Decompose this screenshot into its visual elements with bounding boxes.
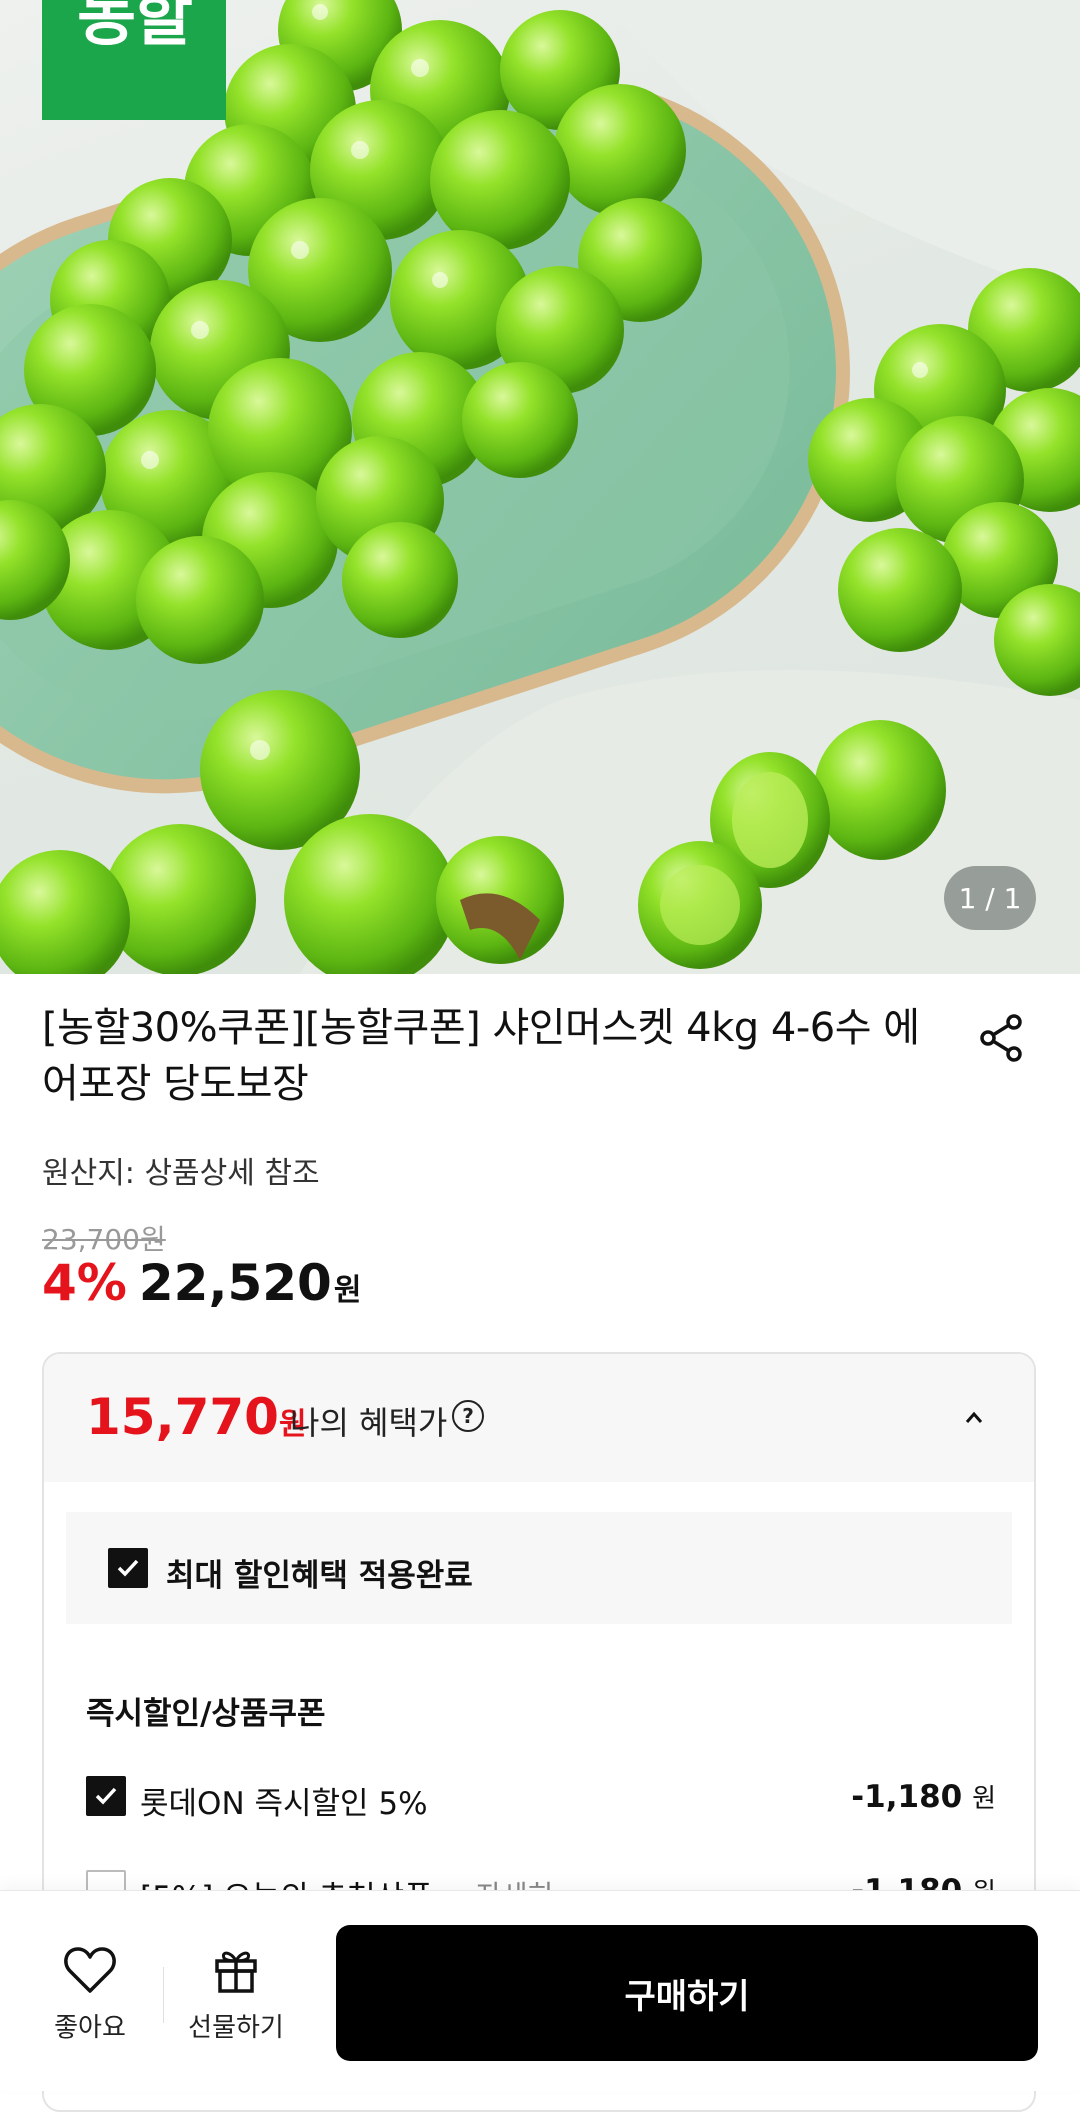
product-title: [농할30%쿠폰][농할쿠폰] 샤인머스켓 4kg 4-6수 에어포장 당도보장 xyxy=(42,1005,920,1107)
checkmark-icon xyxy=(117,1559,139,1577)
coupon-amount-value: -1,180 xyxy=(851,1779,963,1815)
like-label: 좋아요 xyxy=(54,2013,126,2043)
sale-price-currency: 원 xyxy=(333,1273,362,1308)
product-image[interactable]: 농할 1 / 1 xyxy=(0,0,1080,974)
gift-icon xyxy=(215,1951,257,1993)
origin-info: 원산지: 상품상세 참조 xyxy=(42,1156,320,1191)
coupon-label: 롯데ON 즉시할인 5% xyxy=(140,1786,428,1822)
share-icon xyxy=(980,1014,1022,1062)
max-benefit-label: 최대 할인혜택 적용완료 xyxy=(166,1558,473,1594)
benefit-label: 나의 혜택가 xyxy=(290,1404,448,1442)
gift-button[interactable]: 선물하기 xyxy=(176,1945,296,2044)
grapes-illustration xyxy=(0,0,1080,974)
brand-logo: 농할 xyxy=(42,0,226,120)
gift-label: 선물하기 xyxy=(188,2013,284,2043)
coupon-row[interactable]: 롯데ON 즉시할인 5% -1,180 원 xyxy=(86,1776,996,1822)
benefit-price: 15,770원 xyxy=(86,1388,307,1446)
sale-price: 22,520 xyxy=(138,1254,332,1312)
price-row: 4% 22,520 원 xyxy=(42,1254,361,1324)
bottom-action-bar: 좋아요 선물하기 구매하기 xyxy=(0,1890,1080,2091)
coupon-amount: -1,180 원 xyxy=(851,1778,996,1815)
like-button[interactable]: 좋아요 xyxy=(30,1945,150,2044)
action-divider xyxy=(163,1967,164,2023)
share-button[interactable] xyxy=(976,1012,1028,1064)
buy-button[interactable]: 구매하기 xyxy=(336,1925,1038,2061)
benefit-header[interactable]: 15,770원 나의 혜택가 ? xyxy=(44,1354,1034,1482)
checkmark-icon xyxy=(95,1787,117,1805)
coupon-amount-unit: 원 xyxy=(972,1784,996,1814)
max-benefit-banner: 최대 할인혜택 적용완료 xyxy=(66,1512,1012,1624)
discount-rate: 4% xyxy=(42,1254,127,1312)
chevron-up-icon[interactable] xyxy=(960,1404,988,1432)
original-price: 23,700원 xyxy=(42,1223,166,1256)
max-benefit-checkbox[interactable] xyxy=(108,1548,148,1588)
image-counter: 1 / 1 xyxy=(944,866,1036,930)
help-icon[interactable]: ? xyxy=(452,1400,484,1432)
heart-icon xyxy=(64,1947,116,1993)
benefit-price-value: 15,770 xyxy=(86,1388,279,1446)
coupon-checkbox[interactable] xyxy=(86,1776,126,1816)
coupon-section-title: 즉시할인/상품쿠폰 xyxy=(86,1696,326,1732)
